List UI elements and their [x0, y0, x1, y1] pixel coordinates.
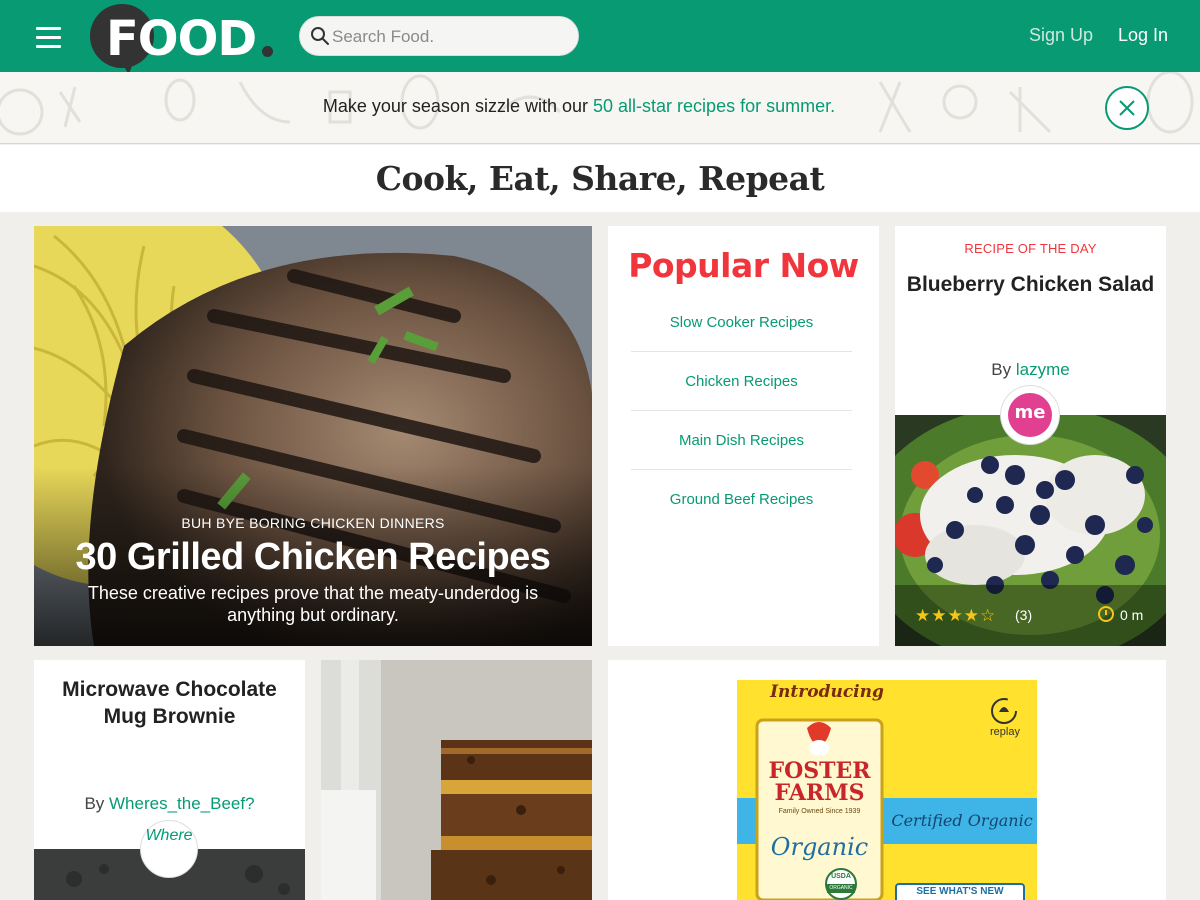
star-outline-icon: ☆: [980, 606, 997, 625]
usda-sub-label: ORGANIC: [827, 884, 855, 893]
site-header: FOOD Sign Up Log In: [0, 0, 1200, 76]
recipe-byline: By Wheres_the_Beef?: [34, 794, 305, 814]
ad-brand-line2: FARMS: [774, 780, 865, 806]
usda-label: USDA: [831, 873, 851, 880]
ad-replay-label: replay: [990, 726, 1020, 738]
popular-item: Ground Beef Recipes: [631, 470, 852, 529]
popular-link-ground-beef[interactable]: Ground Beef Recipes: [670, 491, 813, 508]
promo-banner: Make your season sizzle with our 50 all-…: [0, 72, 1200, 144]
author-link[interactable]: Wheres_the_Beef?: [109, 794, 255, 813]
popular-item: Chicken Recipes: [631, 352, 852, 411]
author-link[interactable]: lazyme: [1016, 360, 1070, 379]
ad-tagline: Family Owned Since 1939: [778, 808, 861, 815]
rating-count: (3): [1015, 607, 1033, 623]
title-strip: Cook, Eat, Share, Repeat: [0, 145, 1200, 212]
search-icon: [311, 27, 329, 45]
clock-icon: [1098, 606, 1114, 622]
menu-icon[interactable]: [36, 27, 61, 49]
ad-organic: Organic: [770, 833, 869, 861]
ad-introducing: Introducing: [770, 682, 884, 702]
log-in-link[interactable]: Log In: [1118, 25, 1168, 46]
ad-cta-button[interactable]: SEE WHAT'S NEW: [895, 883, 1025, 900]
star-icon: ★: [963, 606, 980, 625]
recipe-title[interactable]: Blueberry Chicken Salad: [895, 273, 1166, 297]
popular-item: Main Dish Recipes: [631, 411, 852, 470]
popular-link-slow-cooker[interactable]: Slow Cooker Recipes: [670, 314, 813, 331]
avatar-text: me: [1008, 393, 1052, 437]
star-rating: ★★★★☆: [915, 606, 996, 626]
logo-text: FOOD: [106, 11, 257, 67]
byline-prefix: By: [991, 360, 1016, 379]
ad-certified-organic: Certified Organic: [891, 811, 1033, 830]
cook-time: 0 m: [1120, 607, 1144, 623]
brownie-photo-card[interactable]: [321, 660, 592, 900]
usda-organic-seal: USDA ORGANIC: [825, 868, 857, 900]
site-logo[interactable]: FOOD: [90, 4, 280, 78]
hero-description: These creative recipes prove that the me…: [87, 583, 539, 625]
brownie-stack-image: [321, 660, 592, 900]
avatar[interactable]: me: [1001, 386, 1059, 444]
recipe-title[interactable]: Microwave Chocolate Mug Brownie: [54, 676, 285, 730]
brownie-recipe-card[interactable]: Microwave Chocolate Mug Brownie By Where…: [34, 660, 305, 900]
popular-link-main-dish[interactable]: Main Dish Recipes: [679, 432, 804, 449]
popular-list: Slow Cooker Recipes Chicken Recipes Main…: [631, 293, 852, 529]
avatar-text: Where: [145, 827, 193, 844]
advertisement-card: Introducing FOSTER FARMS Family Owned Si…: [608, 660, 1166, 900]
star-icon: ★: [947, 606, 964, 625]
hero-kicker: BUH BYE BORING CHICKEN DINNERS: [181, 515, 445, 531]
hero-title[interactable]: 30 Grilled Chicken Recipes: [34, 536, 592, 579]
search-bar[interactable]: [299, 16, 579, 56]
popular-link-chicken[interactable]: Chicken Recipes: [685, 373, 798, 390]
banner-link[interactable]: 50 all-star recipes for summer.: [593, 96, 835, 116]
recipe-byline: By lazyme: [895, 360, 1166, 380]
ad-brand-line1: FOSTER: [768, 758, 871, 784]
search-input[interactable]: [332, 25, 568, 49]
sign-up-link[interactable]: Sign Up: [1029, 25, 1093, 46]
page-title: Cook, Eat, Share, Repeat: [375, 159, 825, 198]
byline-prefix: By: [84, 794, 109, 813]
banner-text-prefix: Make your season sizzle with our: [322, 96, 594, 116]
avatar[interactable]: Where: [140, 820, 198, 878]
popular-item: Slow Cooker Recipes: [631, 293, 852, 352]
star-icon: ★: [931, 606, 948, 625]
foster-farms-ad[interactable]: Introducing FOSTER FARMS Family Owned Si…: [737, 680, 1037, 900]
banner-text: Make your season sizzle with our 50 all-…: [0, 96, 1158, 117]
hero-card[interactable]: BUH BYE BORING CHICKEN DINNERS 30 Grille…: [34, 226, 592, 646]
popular-now-card: Popular Now Slow Cooker Recipes Chicken …: [608, 226, 879, 646]
replay-icon[interactable]: [987, 694, 1021, 728]
recipe-of-the-day-label: RECIPE OF THE DAY: [964, 241, 1097, 256]
popular-now-title: Popular Now: [628, 246, 859, 285]
star-icon: ★: [915, 606, 932, 625]
recipe-of-the-day-card[interactable]: RECIPE OF THE DAY Blueberry Chicken Sala…: [895, 226, 1166, 646]
banner-close-button[interactable]: [1105, 86, 1149, 130]
close-icon: [1119, 100, 1135, 116]
